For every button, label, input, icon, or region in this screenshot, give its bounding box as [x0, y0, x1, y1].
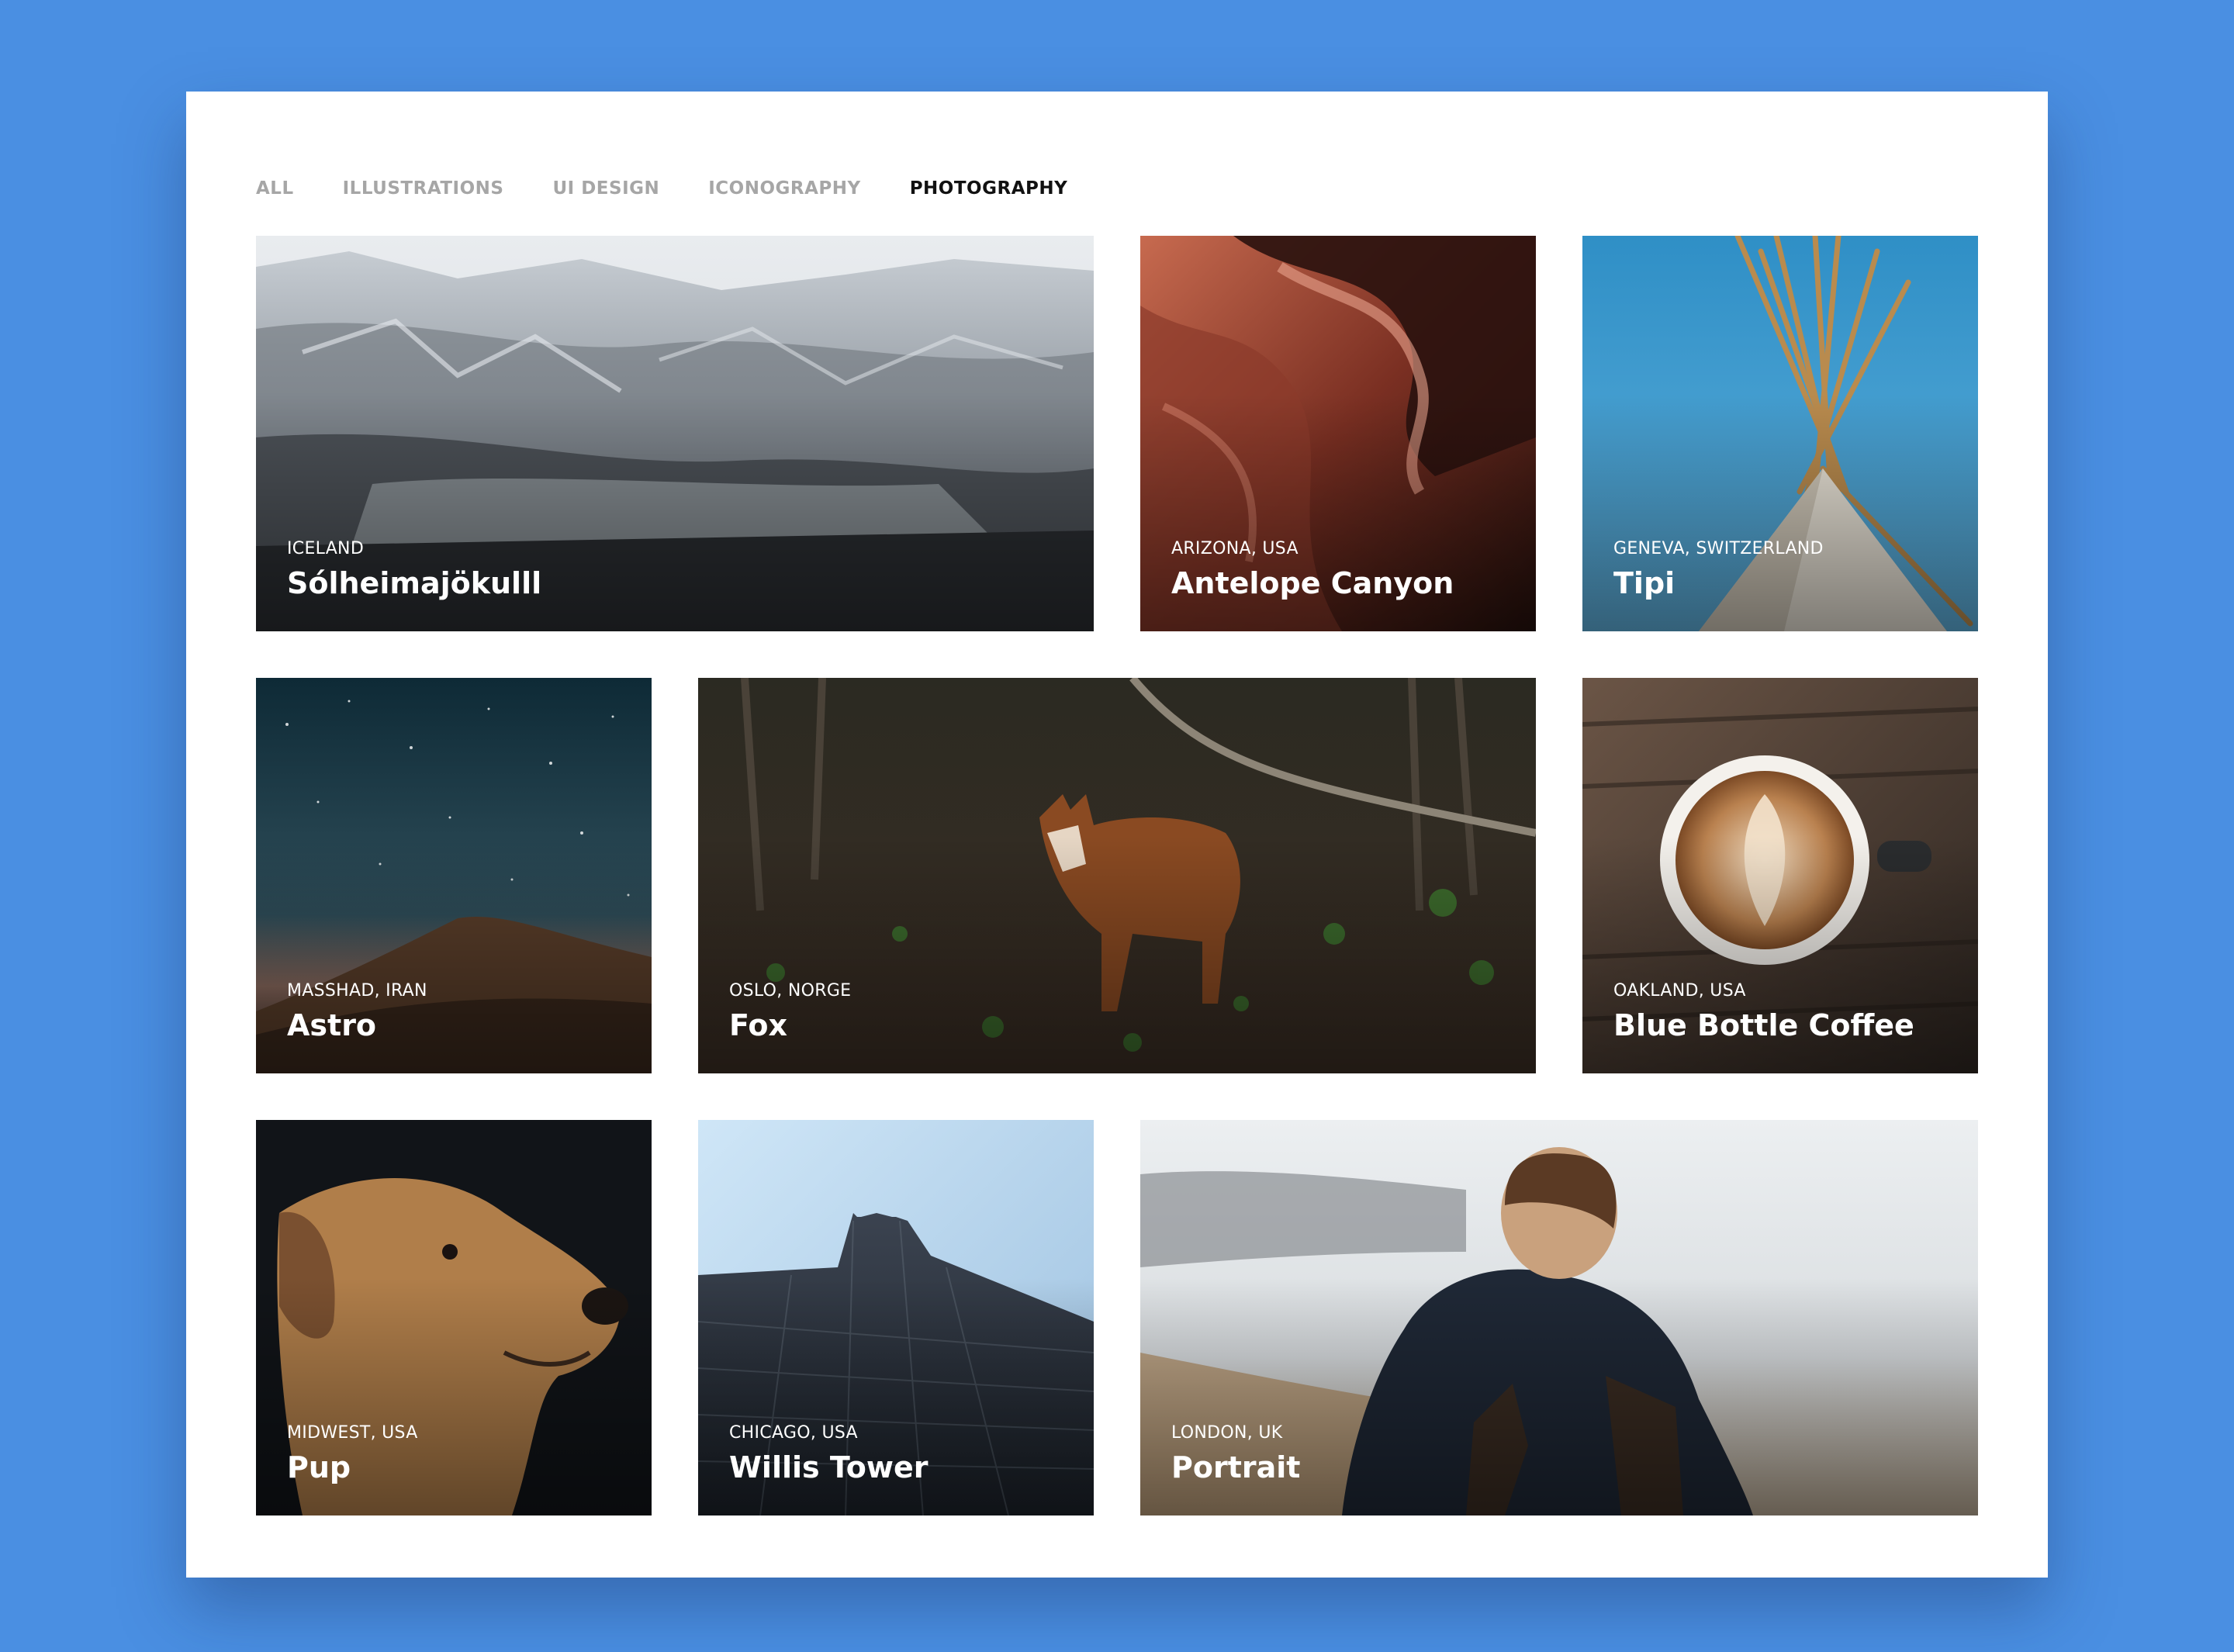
- item-title: Tipi: [1613, 566, 1676, 600]
- item-title: Astro: [287, 1008, 377, 1042]
- item-location: ARIZONA, USA: [1171, 539, 1299, 558]
- caption: MIDWEST, USA Pup: [287, 1423, 418, 1484]
- item-location: MASSHAD, IRAN: [287, 981, 427, 1001]
- caption: ARIZONA, USA Antelope Canyon: [1171, 539, 1454, 600]
- item-title: Pup: [287, 1450, 351, 1484]
- caption: GENEVA, SWITZERLAND Tipi: [1613, 539, 1824, 600]
- tab-iconography[interactable]: ICONOGRAPHY: [708, 178, 860, 199]
- gallery-item-pup[interactable]: MIDWEST, USA Pup: [256, 1120, 652, 1515]
- gallery-item-astro[interactable]: MASSHAD, IRAN Astro: [256, 678, 652, 1073]
- tab-ui-design[interactable]: UI DESIGN: [552, 178, 659, 199]
- item-title: Portrait: [1171, 1450, 1301, 1484]
- item-title: Sólheimajökulll: [287, 566, 542, 600]
- gallery-item-antelope-canyon[interactable]: ARIZONA, USA Antelope Canyon: [1140, 236, 1536, 631]
- caption: MASSHAD, IRAN Astro: [287, 981, 427, 1042]
- gallery-item-tipi[interactable]: GENEVA, SWITZERLAND Tipi: [1582, 236, 1978, 631]
- item-location: OSLO, NORGE: [729, 981, 852, 1001]
- caption: CHICAGO, USA Willis Tower: [729, 1423, 928, 1484]
- gallery-item-portrait[interactable]: LONDON, UK Portrait: [1140, 1120, 1978, 1515]
- item-title: Fox: [729, 1008, 788, 1042]
- tab-photography[interactable]: PHOTOGRAPHY: [910, 178, 1068, 199]
- item-location: ICELAND: [287, 539, 365, 558]
- caption: OAKLAND, USA Blue Bottle Coffee: [1613, 981, 1914, 1042]
- caption: LONDON, UK Portrait: [1171, 1423, 1300, 1484]
- gallery-panel: ALL ILLUSTRATIONS UI DESIGN ICONOGRAPHY …: [186, 92, 2048, 1578]
- gallery-item-solheimajokull[interactable]: ICELAND Sólheimajökulll: [256, 236, 1094, 631]
- gallery-item-blue-bottle-coffee[interactable]: OAKLAND, USA Blue Bottle Coffee: [1582, 678, 1978, 1073]
- gallery-item-fox[interactable]: OSLO, NORGE Fox: [698, 678, 1536, 1073]
- item-location: CHICAGO, USA: [729, 1423, 858, 1443]
- item-title: Blue Bottle Coffee: [1613, 1008, 1914, 1042]
- item-location: OAKLAND, USA: [1613, 981, 1746, 1001]
- tab-illustrations[interactable]: ILLUSTRATIONS: [343, 178, 504, 199]
- caption: ICELAND Sólheimajökulll: [287, 539, 541, 600]
- item-location: LONDON, UK: [1171, 1423, 1283, 1443]
- item-location: GENEVA, SWITZERLAND: [1613, 539, 1824, 558]
- filter-tabs: ALL ILLUSTRATIONS UI DESIGN ICONOGRAPHY …: [256, 178, 1116, 199]
- item-title: Antelope Canyon: [1171, 566, 1454, 600]
- tab-all[interactable]: ALL: [256, 178, 294, 199]
- item-location: MIDWEST, USA: [287, 1423, 418, 1443]
- item-title: Willis Tower: [729, 1450, 929, 1484]
- gallery-item-willis-tower[interactable]: CHICAGO, USA Willis Tower: [698, 1120, 1094, 1515]
- caption: OSLO, NORGE Fox: [729, 981, 851, 1042]
